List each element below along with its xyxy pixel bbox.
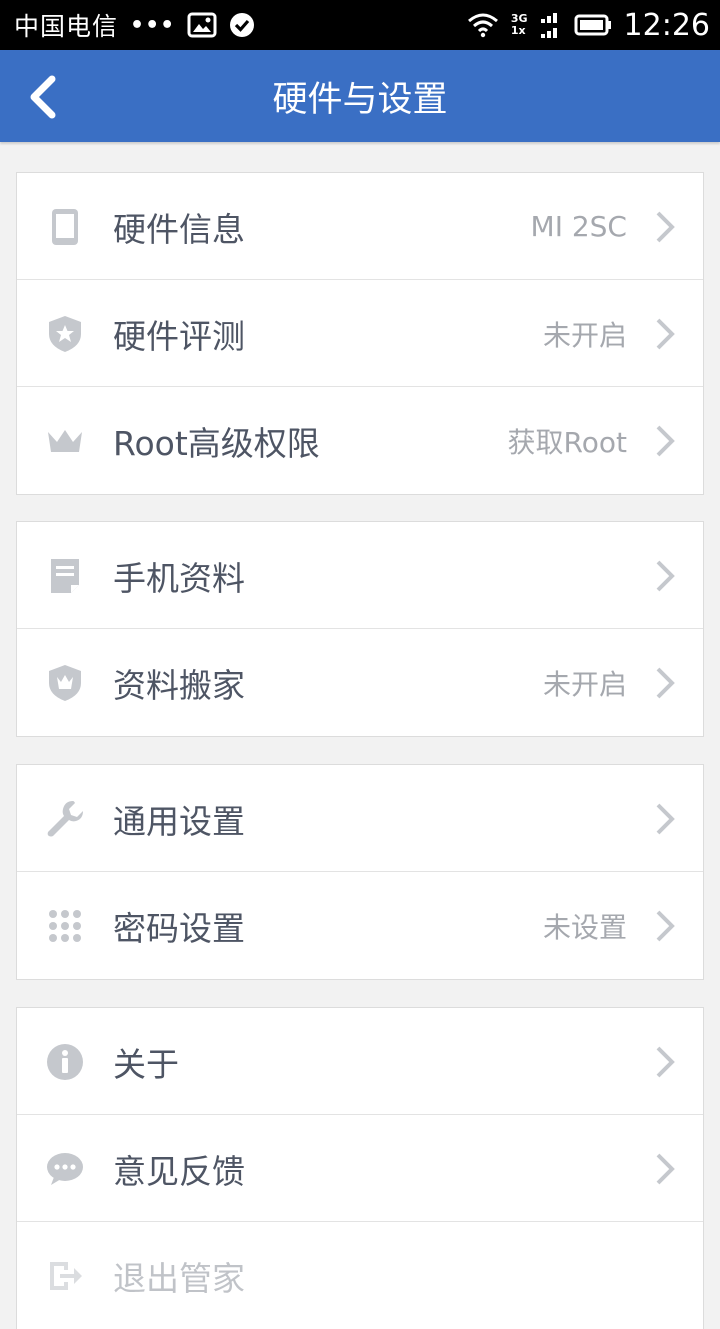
row-label: 硬件评测 (113, 316, 245, 356)
row-label: 手机资料 (113, 558, 245, 598)
row-label: 退出管家 (113, 1258, 245, 1298)
data-migration-row[interactable]: 资料搬家 未开启 (17, 629, 703, 736)
chevron-right-icon (656, 318, 675, 350)
clock: 12:26 (623, 7, 710, 43)
row-label: 资料搬家 (113, 665, 245, 705)
settings-group-about: 关于 意见反馈 退出管家 (16, 1007, 704, 1329)
chevron-right-icon (656, 1046, 675, 1078)
row-label: 密码设置 (113, 908, 245, 948)
chevron-right-icon (656, 667, 675, 699)
shield-crown-icon (43, 661, 87, 705)
row-label: 意见反馈 (113, 1151, 245, 1191)
settings-group-general: 通用设置 密码设置 未设置 (16, 764, 704, 980)
phone-data-row[interactable]: 手机资料 (17, 522, 703, 629)
logout-icon (43, 1254, 87, 1298)
row-value: 未开启 (542, 318, 627, 352)
chevron-right-icon (656, 1153, 675, 1185)
signal-icon (540, 10, 562, 40)
page-title: 硬件与设置 (272, 79, 448, 120)
chevron-right-icon (656, 803, 675, 835)
network-indicator: 3G 1x (511, 13, 528, 37)
about-row[interactable]: 关于 (17, 1008, 703, 1115)
chevron-right-icon (656, 910, 675, 942)
root-permission-row[interactable]: Root高级权限 获取Root (17, 387, 703, 494)
check-circle-icon (229, 12, 255, 38)
row-label: Root高级权限 (113, 423, 320, 463)
row-value: 未开启 (542, 667, 627, 701)
settings-group-data: 手机资料 资料搬家 未开启 (16, 521, 704, 737)
row-value: 未设置 (542, 910, 627, 944)
chat-bubble-icon (43, 1147, 87, 1191)
row-label: 通用设置 (113, 801, 245, 841)
row-value: 获取Root (507, 425, 627, 459)
status-bar: 中国电信 ••• 3G 1x 12:26 (0, 0, 720, 50)
hardware-info-row[interactable]: 硬件信息 MI 2SC (17, 173, 703, 280)
crown-icon (43, 419, 87, 463)
phone-icon (43, 205, 87, 249)
carrier-label: 中国电信 (14, 12, 119, 41)
app-header: 硬件与设置 (0, 50, 720, 142)
row-label: 关于 (113, 1044, 179, 1084)
wrench-icon (43, 797, 87, 841)
wifi-icon (467, 12, 499, 38)
chevron-right-icon (656, 211, 675, 243)
row-value: MI 2SC (530, 210, 627, 243)
chevron-right-icon (656, 560, 675, 592)
battery-icon (574, 14, 612, 36)
image-notification-icon (187, 12, 217, 38)
info-icon (43, 1040, 87, 1084)
chevron-right-icon (656, 425, 675, 457)
row-label: 硬件信息 (113, 209, 245, 249)
document-icon (43, 554, 87, 598)
shield-star-icon (43, 312, 87, 356)
feedback-row[interactable]: 意见反馈 (17, 1115, 703, 1222)
settings-group-hardware: 硬件信息 MI 2SC 硬件评测 未开启 Root高级权限 获取Root (16, 172, 704, 495)
keypad-icon (43, 904, 87, 948)
general-settings-row[interactable]: 通用设置 (17, 765, 703, 872)
network-1x-label: 1x (510, 24, 526, 37)
notification-dots: ••• (130, 12, 176, 38)
password-settings-row[interactable]: 密码设置 未设置 (17, 872, 703, 979)
hardware-test-row[interactable]: 硬件评测 未开启 (17, 280, 703, 387)
exit-row[interactable]: 退出管家 (17, 1222, 703, 1329)
